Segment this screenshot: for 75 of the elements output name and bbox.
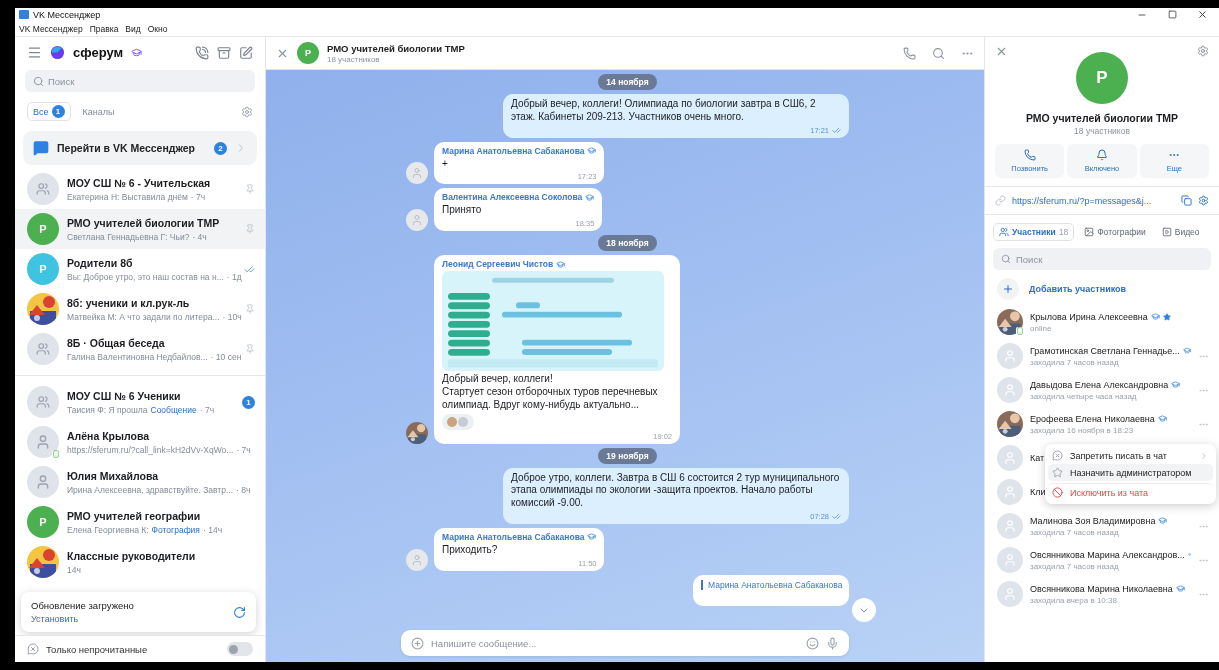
message-author: Марина Анатольевна Сабаканова [442,531,585,542]
chat-time: · 8ч [236,484,251,495]
chat-avatar: Р [27,213,59,245]
date-badge: 18 ноября [598,235,657,252]
member-status: online [1030,323,1053,333]
member-name: Давыдова Елена Александровна [1030,379,1169,390]
member-name: Грамотинская Светлана Геннадье... [1030,345,1180,356]
message-author: Леонид Сергеевич Чистов [442,259,554,270]
chat-time: · 7ч [236,444,251,455]
member-name: Кат [1030,453,1045,463]
group-subtitle: 18 участников [1074,126,1130,136]
chat-avatar: Р [27,506,59,538]
message-text: Приходить? [442,543,499,557]
message-author: Валентина Алексеевна Соколова [442,192,583,203]
chat-preview: Матвейка М: А что задали по литера... [67,311,220,322]
chat-name: Классные руководители [67,549,197,562]
member-name: Овсянникова Марина Николаевна [1030,583,1173,594]
chat-time: · 10ч [222,311,242,322]
attachment-label: Сообщение [150,404,197,415]
chat-avatar: Р [297,42,319,64]
chat-time: · 4ч [192,231,207,242]
member-status: заходила вчера в 10:38 [1030,595,1118,605]
chat-name: Алёна Крылова [67,429,151,442]
chat-time: 14ч [67,564,81,575]
chat-name: РМО учителей географии [67,509,202,522]
message-author: Марина Анатольевна Сабаканова [442,145,585,156]
chat-time: · 14ч [203,524,223,535]
chat-subtitle: 18 участников [327,54,381,64]
chat-name: МОУ СШ № 6 Ученики [67,389,182,402]
chat-time: · 7ч [190,191,206,202]
chat-preview: Вы: Доброе утро, это наш состав на н... [67,271,224,282]
unread-badge: 1 [242,395,255,409]
message-text: Добрый вечер, коллеги! Олимпиада по биологии завтра в СШ6, 2 этаж. Кабинеты 209-213. Участников очень много. [511,98,817,124]
toast-title: Обновление загружено [31,600,135,611]
member-status: заходила 7 часов назад [1030,357,1120,367]
group-title: РМО учителей биологии ТМР [1025,112,1179,124]
message-text: Добрый вечер, коллеги! Стартует сезон отборочных туров перечневых олимпиад. Вдруг кому-нибудь актуально... [442,373,659,412]
chat-name: МОУ СШ № 6 - Учительская [67,176,212,189]
chat-preview: Елена Георгиевна К: [67,524,149,535]
chat-title: РМО учителей биологии ТМР [327,42,465,54]
member-status: заходила 7 часов назад [1030,527,1120,537]
chat-name: Юлия Михайлова [67,469,160,482]
quoted-author: Марина Анатольевна Сабаканова [701,579,841,590]
toggle-label: Только непрочитанные [46,643,148,655]
member-status: заходила четыре часа назад [1030,391,1138,401]
attachment-label: Фотография [151,524,200,535]
member-name: Ерофеева Елена Николаевна [1030,413,1155,424]
chat-avatar: Р [27,253,59,285]
chat-preview: Таисия Ф: Я прошла [67,404,148,415]
chat-preview: https://sferum.ru/?call_link=kH2dVv-XqWo... [67,444,234,455]
member-status: заходила 16 ноября в 18:23 [1030,425,1135,435]
member-name: Овсянникова Марина Александров... [1030,549,1185,560]
member-status: заходила 7 часов назад [1030,561,1120,571]
date-badge: 19 ноября [598,447,657,464]
date-badge: 14 ноября [598,74,657,90]
group-avatar: Р [1076,52,1128,104]
member-name: Крылова Ирина Алексеевна [1030,311,1148,322]
member-name: Кли [1030,487,1046,497]
chat-name: 8б: ученики и кл.рук-ль [67,296,191,309]
chat-preview: Ирина Алексеевна, здравствуйте. Завтр... [67,484,234,495]
chat-time: · 7ч [199,404,215,415]
chat-name: Родители 8б [67,256,134,269]
logo-text: сферум [73,45,124,60]
chat-preview: Светлана Геннадьевна Г: Чьи? [67,231,190,242]
chat-name: РМО учителей биологии ТМР [67,216,221,229]
chat-preview: Екатерина Н: Выставила днём [67,191,188,202]
message-text: Доброе утро, коллеги. Завтра в СШ 6 состоится 2 тур муниципального этапа олимпиады по экологии -защита проектов. Начало работы комиссий -9.00. [511,471,841,510]
chat-time: · 1д [226,271,242,282]
window-title: VK Мессенджер [33,9,101,20]
chat-name: 8Б · Общая беседа [67,336,166,349]
chat-preview: Галина Валентиновна Недбайлов... [67,351,208,362]
message-text: Принято [442,204,483,218]
message-text: + [442,157,449,171]
member-name: Малинова Зоя Владимировна [1030,515,1156,526]
chat-time: · 10 сен [210,351,242,362]
